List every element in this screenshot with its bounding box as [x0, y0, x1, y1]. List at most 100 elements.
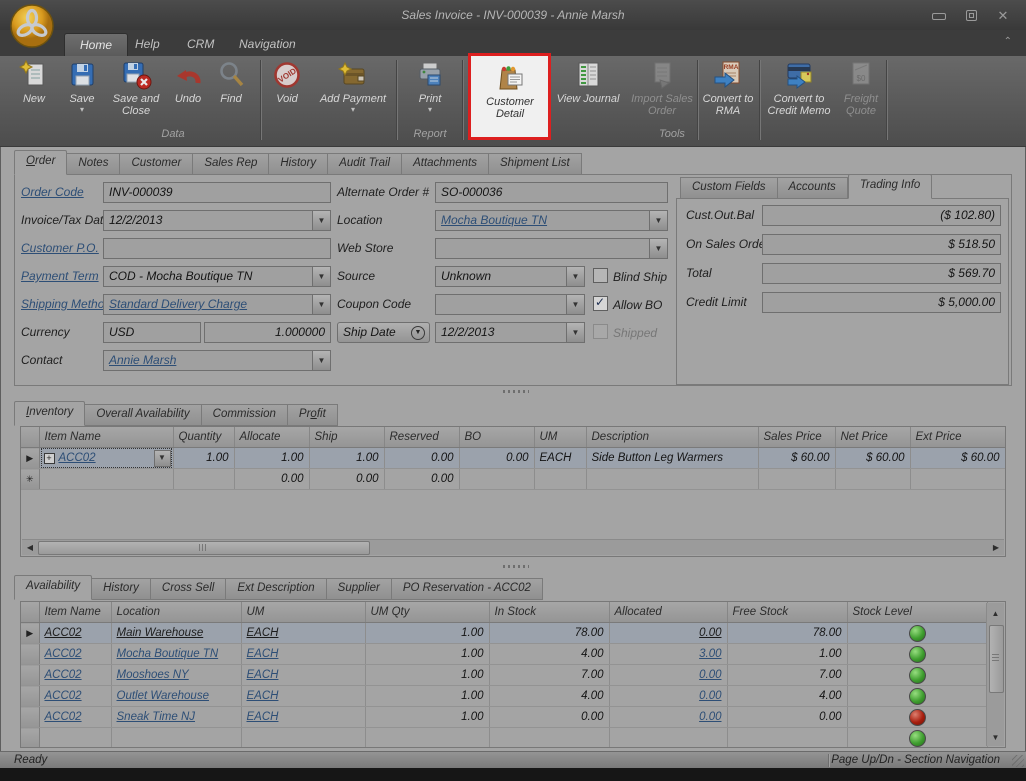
chevron-down-icon[interactable]: ▼ — [312, 267, 330, 286]
availability-row[interactable]: ▶ ACC02 Main Warehouse EACH 1.00 78.00 0… — [21, 623, 987, 644]
availability-vertical-scrollbar[interactable]: ▲ ▼ — [986, 603, 1004, 746]
order-code-input[interactable]: INV-000039 — [103, 182, 331, 203]
scroll-right-arrow-icon[interactable]: ▶ — [990, 540, 1002, 555]
chevron-down-icon[interactable]: ▼ — [566, 323, 584, 342]
minimize-button[interactable] — [928, 9, 950, 23]
availability-row[interactable]: ACC02 Mooshoes NY EACH 1.00 7.00 0.00 7.… — [21, 665, 987, 686]
tab-shipment-list[interactable]: Shipment List — [489, 153, 582, 175]
item-link[interactable]: ACC02 — [45, 669, 82, 681]
chevron-down-icon[interactable]: ▼ — [154, 450, 171, 467]
ribbon-tab-navigation[interactable]: Navigation — [224, 33, 311, 56]
resize-grip[interactable] — [1012, 755, 1024, 767]
web-store-combo[interactable]: ▼ — [435, 238, 668, 259]
tab-attachments[interactable]: Attachments — [402, 153, 489, 175]
allow-bo-checkbox-box[interactable] — [593, 296, 608, 311]
tab-po-reservation[interactable]: PO Reservation - ACC02 — [392, 578, 543, 600]
item-link[interactable]: ACC02 — [45, 711, 82, 723]
tab-audit-trail[interactable]: Audit Trail — [328, 153, 402, 175]
allocated-link[interactable]: 0.00 — [699, 669, 721, 681]
invoice-tax-date-combo[interactable]: 12/2/2013 ▼ — [103, 210, 331, 231]
tab-profit[interactable]: Profit — [288, 404, 338, 426]
chevron-down-icon[interactable]: ▼ — [566, 295, 584, 314]
allocated-link[interactable]: 0.00 — [699, 627, 721, 639]
splitter-handle[interactable] — [503, 390, 529, 393]
save-button[interactable]: Save ▾ — [60, 58, 104, 114]
um-link[interactable]: EACH — [247, 669, 279, 681]
item-link[interactable]: ACC02 — [45, 690, 82, 702]
tab-overall-availability[interactable]: Overall Availability — [85, 404, 201, 426]
restore-button[interactable] — [960, 9, 982, 23]
scroll-left-arrow-icon[interactable]: ◀ — [24, 540, 36, 555]
add-payment-dropdown-caret-icon[interactable]: ▾ — [351, 106, 355, 114]
view-journal-button[interactable]: View Journal — [552, 58, 624, 105]
inventory-horizontal-scrollbar[interactable]: ◀ ▶ — [22, 539, 1004, 555]
save-and-close-button[interactable]: Save and Close — [106, 58, 166, 117]
um-link[interactable]: EACH — [247, 648, 279, 660]
convert-to-credit-memo-button[interactable]: Convert to Credit Memo — [762, 58, 836, 117]
availability-row[interactable]: ACC02 Mocha Boutique TN EACH 1.00 4.00 3… — [21, 644, 987, 665]
shipping-method-label[interactable]: Shipping Method — [21, 297, 111, 311]
tab-cross-sell[interactable]: Cross Sell — [151, 578, 226, 600]
ribbon-tab-home[interactable]: Home — [64, 33, 128, 57]
availability-row-partial[interactable] — [21, 728, 987, 749]
um-link[interactable]: EACH — [247, 627, 279, 639]
scrollbar-thumb[interactable] — [38, 541, 370, 555]
allocated-link[interactable]: 0.00 — [699, 690, 721, 702]
item-link[interactable]: ACC02 — [45, 627, 82, 639]
location-link[interactable]: Outlet Warehouse — [117, 690, 209, 702]
ribbon-tab-crm[interactable]: CRM — [172, 33, 229, 56]
availability-row[interactable]: ACC02 Sneak Time NJ EACH 1.00 0.00 0.00 … — [21, 707, 987, 728]
um-link[interactable]: EACH — [247, 711, 279, 723]
app-logo[interactable] — [9, 3, 55, 54]
item-link[interactable]: ACC02 — [59, 452, 96, 464]
ship-date-button[interactable]: Ship Date ▼ — [337, 322, 430, 343]
chevron-down-icon[interactable]: ▼ — [649, 239, 667, 258]
payment-term-label[interactable]: Payment Term — [21, 269, 99, 283]
source-combo[interactable]: Unknown ▼ — [435, 266, 585, 287]
inventory-row[interactable]: ▶ +ACC02▼ 1.00 1.00 1.00 0.00 0.00 EACH … — [21, 448, 1005, 469]
chevron-down-icon[interactable]: ▼ — [566, 267, 584, 286]
location-combo[interactable]: Mocha Boutique TN ▼ — [435, 210, 668, 231]
item-link[interactable]: ACC02 — [45, 648, 82, 660]
order-code-label[interactable]: Order Code — [21, 185, 84, 199]
tab-ext-description[interactable]: Ext Description — [226, 578, 326, 600]
allow-bo-checkbox[interactable]: Allow BO — [593, 296, 662, 314]
tab-commission[interactable]: Commission — [202, 404, 288, 426]
splitter-handle[interactable] — [503, 565, 529, 568]
tab-custom-fields[interactable]: Custom Fields — [680, 177, 778, 199]
close-button[interactable]: ✕ — [992, 9, 1014, 23]
location-link[interactable]: Mooshoes NY — [117, 669, 189, 681]
tab-notes[interactable]: Notes — [67, 153, 120, 175]
blind-ship-checkbox[interactable]: Blind Ship — [593, 268, 667, 286]
convert-to-rma-button[interactable]: RMA Convert to RMA — [700, 58, 756, 117]
tab-accounts[interactable]: Accounts — [778, 177, 848, 199]
customer-po-label[interactable]: Customer P.O. — [21, 241, 99, 255]
location-link[interactable]: Sneak Time NJ — [117, 711, 196, 723]
chevron-down-icon[interactable]: ▼ — [649, 211, 667, 230]
tab-availability[interactable]: Availability — [14, 575, 92, 600]
tab-inventory[interactable]: Inventory — [14, 401, 85, 426]
scrollbar-thumb[interactable] — [989, 625, 1004, 693]
exchange-rate-input[interactable]: 1.000000 — [204, 322, 331, 343]
allocated-link[interactable]: 0.00 — [699, 711, 721, 723]
chevron-down-icon[interactable]: ▼ — [312, 351, 330, 370]
location-link[interactable]: Mocha Boutique TN — [117, 648, 219, 660]
tab-trading-info[interactable]: Trading Info — [848, 174, 933, 199]
tab-history-lower[interactable]: History — [92, 578, 151, 600]
payment-term-combo[interactable]: COD - Mocha Boutique TN ▼ — [103, 266, 331, 287]
ribbon-collapse-chevron-icon[interactable]: ⌃ — [1004, 36, 1012, 47]
scroll-up-arrow-icon[interactable]: ▲ — [987, 606, 1004, 621]
add-payment-button[interactable]: Add Payment ▾ — [314, 58, 392, 114]
availability-row[interactable]: ACC02 Outlet Warehouse EACH 1.00 4.00 0.… — [21, 686, 987, 707]
ribbon-tab-help[interactable]: Help — [120, 33, 175, 56]
alternate-order-input[interactable]: SO-000036 — [435, 182, 668, 203]
chevron-down-icon[interactable]: ▼ — [312, 211, 330, 230]
tab-sales-rep[interactable]: Sales Rep — [193, 153, 269, 175]
scroll-down-arrow-icon[interactable]: ▼ — [987, 733, 1004, 743]
undo-button[interactable]: Undo — [168, 58, 208, 105]
tab-supplier[interactable]: Supplier — [327, 578, 392, 600]
customer-detail-button[interactable]: Customer Detail — [475, 61, 545, 120]
ship-date-combo[interactable]: 12/2/2013 ▼ — [435, 322, 585, 343]
void-button[interactable]: VOID Void — [264, 58, 310, 105]
ship-date-options-icon[interactable]: ▼ — [411, 326, 425, 340]
